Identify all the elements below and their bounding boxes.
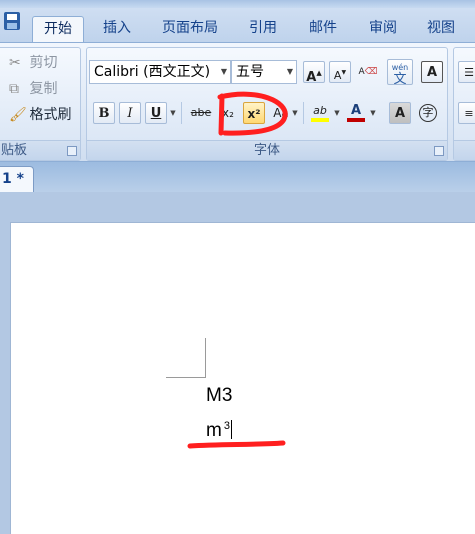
highlighter-icon: ab (313, 104, 327, 117)
document-text-line-superscript[interactable]: m3 (206, 420, 232, 442)
copy-icon: ⧉ (9, 81, 19, 97)
scissors-icon: ✂ (9, 55, 21, 71)
base-text: m (206, 420, 222, 441)
font-color-button[interactable]: A (345, 100, 367, 122)
copy-label: 复制 (29, 81, 58, 97)
align-left-icon[interactable]: ≡ (458, 102, 475, 124)
font-color-bar (347, 118, 365, 122)
change-case-button[interactable]: Aa (269, 102, 293, 124)
change-case-dropdown-icon[interactable]: ▼ (291, 102, 299, 124)
document-tab[interactable]: 1 * (0, 166, 34, 192)
strikethrough-button[interactable]: abe (187, 102, 215, 124)
character-shading-button[interactable]: A (389, 102, 411, 124)
chevron-down-icon: ▼ (220, 67, 228, 76)
format-painter-button[interactable]: 🖌 格式刷 (9, 104, 71, 126)
title-bar (0, 0, 475, 8)
tab-references[interactable]: 引用 (240, 16, 286, 42)
document-text-line[interactable]: M3 (206, 385, 232, 407)
font-color-icon: A (350, 103, 362, 118)
format-painter-label: 格式刷 (29, 107, 72, 123)
character-border-button[interactable]: A (421, 61, 443, 83)
brush-icon: 🖌 (9, 107, 27, 123)
document-page[interactable] (10, 222, 475, 534)
superscript-button[interactable]: x² (243, 102, 265, 124)
underline-button[interactable]: U (145, 102, 167, 124)
paragraph-group-label (454, 140, 475, 160)
grow-font-icon: A (306, 70, 317, 85)
enclose-characters-button[interactable]: 字 (417, 102, 439, 124)
margin-corner-mark (205, 338, 206, 377)
font-size-value: 五号 (236, 64, 264, 80)
divider (181, 102, 182, 124)
tab-mailings[interactable]: 邮件 (300, 16, 346, 42)
text-cursor (230, 420, 232, 439)
tab-view[interactable]: 视图 (418, 16, 464, 42)
paragraph-group: ☰ ≡ (453, 47, 475, 161)
ribbon-tab-bar: 开始 插入 页面布局 引用 邮件 审阅 视图 (0, 8, 475, 42)
cut-button[interactable]: ✂ 剪切 (9, 52, 57, 74)
divider (303, 102, 304, 124)
clipboard-group: ✂ 剪切 ⧉ 复制 🖌 格式刷 贴板 (0, 47, 81, 161)
phonetic-guide-button[interactable]: wén 文 (387, 59, 413, 87)
document-workspace (0, 192, 475, 534)
chevron-down-icon: ▼ (286, 67, 294, 76)
ribbon: ✂ 剪切 ⧉ 复制 🖌 格式刷 贴板 Calibri (西文正文) ▼ 五号 ▼… (0, 42, 475, 162)
tab-home[interactable]: 开始 (32, 16, 84, 42)
superscript-text: 3 (223, 420, 230, 432)
underline-dropdown-icon[interactable]: ▼ (169, 102, 177, 124)
font-launcher-icon[interactable] (434, 146, 444, 156)
margin-corner-mark (166, 377, 206, 378)
highlight-button[interactable]: ab (309, 100, 331, 122)
tab-review[interactable]: 审阅 (360, 16, 406, 42)
font-name-value: Calibri (西文正文) (94, 64, 211, 80)
font-color-dropdown-icon[interactable]: ▼ (369, 102, 377, 124)
character-border-icon: A (426, 65, 438, 80)
copy-button[interactable]: ⧉ 复制 (9, 78, 57, 100)
phonetic-base-char: 文 (393, 72, 407, 87)
quick-save-icon[interactable] (0, 8, 26, 38)
bold-button[interactable]: B (93, 102, 115, 124)
tab-insert[interactable]: 插入 (92, 16, 142, 42)
cut-label: 剪切 (29, 55, 58, 71)
font-group: Calibri (西文正文) ▼ 五号 ▼ A▲ A▼ A⌫ wén 文 A B… (86, 47, 448, 161)
clipboard-launcher-icon[interactable] (67, 146, 77, 156)
document-tab-strip: 1 * (0, 162, 475, 192)
font-name-combo[interactable]: Calibri (西文正文) ▼ (89, 60, 231, 84)
enclose-characters-icon: 字 (419, 104, 437, 122)
subscript-button[interactable]: x₂ (217, 102, 239, 124)
clear-formatting-icon[interactable]: A⌫ (357, 61, 379, 83)
italic-button[interactable]: I (119, 102, 141, 124)
font-size-combo[interactable]: 五号 ▼ (231, 60, 297, 84)
font-group-label: 字体 (87, 140, 447, 160)
highlight-dropdown-icon[interactable]: ▼ (333, 102, 341, 124)
highlight-color-bar (311, 118, 329, 122)
bullets-icon[interactable]: ☰ (458, 61, 475, 83)
tab-page-layout[interactable]: 页面布局 (152, 16, 228, 42)
shrink-font-button[interactable]: A▼ (329, 61, 351, 83)
grow-font-button[interactable]: A▲ (303, 61, 325, 85)
